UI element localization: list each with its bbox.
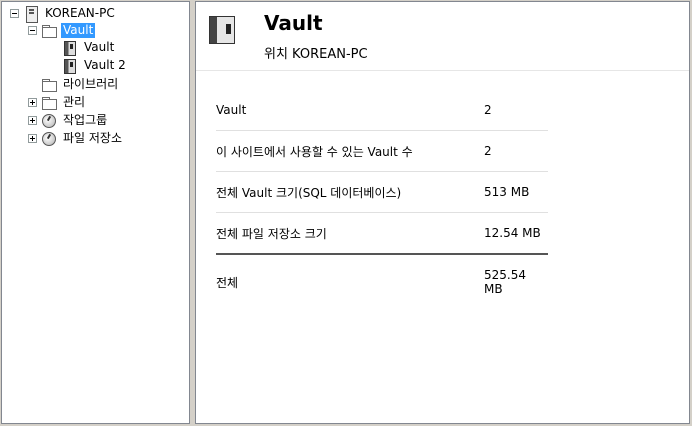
- tree-node-vault-2[interactable]: Vault 2: [62, 57, 128, 74]
- tree-node-workgroups[interactable]: 작업그룹: [28, 112, 109, 129]
- tree-node-label: Vault: [84, 40, 115, 54]
- folder-icon: [41, 77, 57, 93]
- expand-icon[interactable]: [28, 134, 37, 143]
- stats-value: 12.54 MB: [484, 226, 541, 240]
- vault-stats-table: Vault 2 이 사이트에서 사용할 수 있는 Vault 수 2 전체 Va…: [216, 90, 548, 309]
- vault-icon: [62, 40, 78, 56]
- expand-icon[interactable]: [28, 98, 37, 107]
- total-label: 전체: [216, 275, 239, 290]
- tree-node-label: 파일 저장소: [63, 131, 123, 145]
- tree-node-korean-pc[interactable]: KOREAN-PC: [10, 5, 117, 23]
- folder-icon: [41, 95, 57, 111]
- collapse-icon[interactable]: [10, 9, 19, 18]
- stats-label: 전체 Vault 크기(SQL 데이터베이스): [216, 185, 402, 200]
- expand-icon[interactable]: [28, 116, 37, 125]
- tree-node-management[interactable]: 관리: [28, 94, 87, 111]
- tree-node-label: 관리: [63, 95, 86, 109]
- stats-value: 2: [484, 103, 492, 117]
- tree-node-vault[interactable]: Vault: [62, 39, 116, 56]
- stats-row: Vault 2: [216, 90, 548, 131]
- total-value: 525.54 MB: [484, 268, 526, 296]
- page-title: Vault: [264, 11, 323, 35]
- detail-pane: Vault 위치 KOREAN-PC Vault 2 이 사이트에서 사용할 수…: [195, 1, 690, 424]
- stats-value: 513 MB: [484, 185, 530, 199]
- stats-value: 2: [484, 144, 492, 158]
- tree-node-vault-folder[interactable]: Vault: [28, 22, 96, 39]
- tree-node-label: KOREAN-PC: [45, 6, 115, 20]
- tree-node-label: 작업그룹: [63, 113, 108, 127]
- vault-icon: [62, 58, 78, 74]
- stats-row: 이 사이트에서 사용할 수 있는 Vault 수 2: [216, 131, 548, 172]
- tree-node-label: 라이브러리: [63, 77, 119, 91]
- stats-label: 전체 파일 저장소 크기: [216, 226, 327, 241]
- detail-header: Vault 위치 KOREAN-PC: [196, 2, 689, 71]
- vault-icon: [207, 16, 237, 44]
- stats-label: Vault: [216, 103, 247, 117]
- collapse-icon[interactable]: [28, 26, 37, 35]
- gauge-icon: [41, 131, 57, 147]
- stats-total-row: 전체 525.54 MB: [216, 254, 548, 309]
- tree-node-file-stores[interactable]: 파일 저장소: [28, 130, 124, 147]
- page-subtitle: 위치 KOREAN-PC: [264, 47, 368, 62]
- tree-node-library[interactable]: 라이브러리: [41, 76, 120, 93]
- tree-node-label: Vault 2: [84, 58, 126, 72]
- navigation-tree[interactable]: KOREAN-PC Vault Vault Vault 2 라이브러리 관리 작…: [1, 1, 190, 424]
- stats-row: 전체 파일 저장소 크기 12.54 MB: [216, 213, 548, 254]
- stats-row: 전체 Vault 크기(SQL 데이터베이스) 513 MB: [216, 172, 548, 213]
- gauge-icon: [41, 113, 57, 129]
- stats-label: 이 사이트에서 사용할 수 있는 Vault 수: [216, 144, 413, 159]
- tree-node-label: Vault: [61, 23, 96, 38]
- computer-icon: [23, 5, 39, 23]
- folder-icon: [41, 23, 57, 39]
